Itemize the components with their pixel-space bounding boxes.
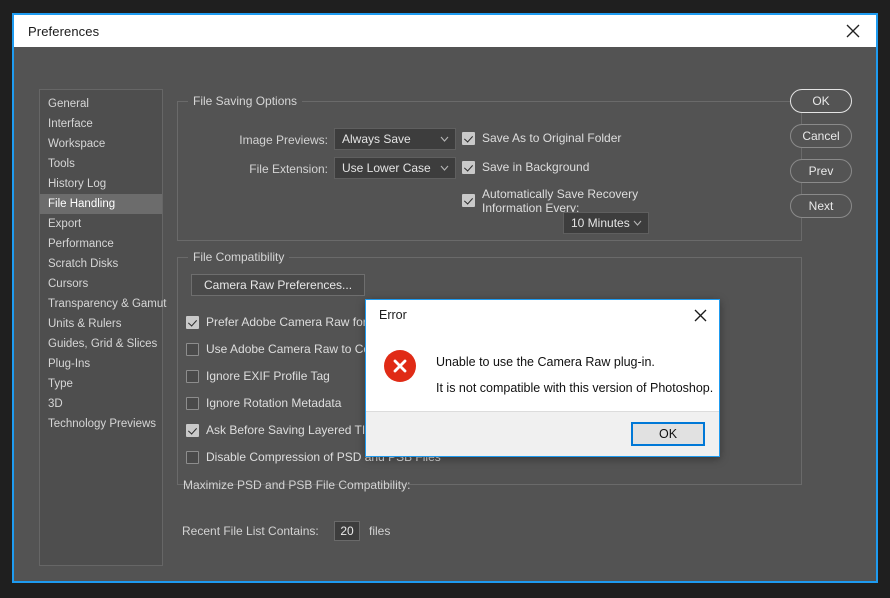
checkbox-checked-icon: [186, 424, 199, 437]
chevron-down-icon: [437, 136, 451, 142]
sidebar-item-units-rulers[interactable]: Units & Rulers: [40, 314, 162, 334]
close-icon[interactable]: [683, 300, 717, 330]
error-message-line1: Unable to use the Camera Raw plug-in.: [436, 355, 655, 369]
save-as-original-folder-label: Save As to Original Folder: [482, 131, 622, 145]
sidebar-item-plug-ins[interactable]: Plug-Ins: [40, 354, 162, 374]
image-previews-select[interactable]: Always Save: [334, 128, 456, 150]
auto-save-recovery-label: Automatically Save Recovery Information …: [482, 187, 639, 215]
error-dialog-footer: OK: [366, 411, 719, 456]
ignore-rotation-label: Ignore Rotation Metadata: [206, 396, 342, 410]
window-titlebar: Preferences: [14, 15, 876, 47]
file-saving-options-group: File Saving Options Image Previews: Alwa…: [177, 94, 802, 241]
recent-file-list-label: Recent File List Contains:: [182, 524, 319, 538]
checkbox-unchecked-icon: [186, 397, 199, 410]
recent-file-list-input[interactable]: 20: [334, 521, 360, 541]
error-ok-button[interactable]: OK: [631, 422, 705, 446]
error-dialog-title: Error: [379, 308, 407, 322]
save-in-background-checkbox[interactable]: Save in Background: [462, 160, 589, 174]
chevron-down-icon: [437, 165, 451, 171]
sidebar-item-guides-grid-slices[interactable]: Guides, Grid & Slices: [40, 334, 162, 354]
file-extension-value: Use Lower Case: [342, 161, 431, 175]
ignore-exif-label: Ignore EXIF Profile Tag: [206, 369, 330, 383]
checkbox-checked-icon: [186, 316, 199, 329]
recent-file-list-suffix: files: [369, 524, 391, 538]
image-previews-value: Always Save: [342, 132, 411, 146]
window-title: Preferences: [28, 23, 100, 39]
error-dialog-titlebar: Error: [366, 300, 719, 330]
file-extension-label: File Extension:: [249, 162, 328, 176]
error-message-line2: It is not compatible with this version o…: [436, 381, 714, 395]
checkbox-unchecked-icon: [186, 343, 199, 356]
image-previews-label: Image Previews:: [239, 133, 328, 147]
sidebar-item-transparency-gamut[interactable]: Transparency & Gamut: [40, 294, 166, 314]
checkbox-checked-icon: [462, 161, 475, 174]
checkbox-unchecked-icon: [186, 451, 199, 464]
save-in-background-label: Save in Background: [482, 160, 590, 174]
prev-button[interactable]: Prev: [790, 159, 852, 183]
sidebar-item-tools[interactable]: Tools: [40, 154, 162, 174]
sidebar-item-export[interactable]: Export: [40, 214, 162, 234]
maximize-compatibility-label: Maximize PSD and PSB File Compatibility:: [183, 478, 411, 492]
close-icon[interactable]: [830, 15, 876, 47]
sidebar-item-type[interactable]: Type: [40, 374, 162, 394]
sidebar-item-performance[interactable]: Performance: [40, 234, 162, 254]
file-saving-options-title: File Saving Options: [188, 94, 303, 108]
camera-raw-preferences-button[interactable]: Camera Raw Preferences...: [191, 274, 366, 296]
sidebar-item-cursors[interactable]: Cursors: [40, 274, 162, 294]
next-button[interactable]: Next: [790, 194, 852, 218]
sidebar-item-3d[interactable]: 3D: [40, 394, 162, 414]
cancel-button[interactable]: Cancel: [790, 124, 852, 148]
auto-save-interval-select[interactable]: 10 Minutes: [563, 212, 649, 234]
auto-save-recovery-checkbox[interactable]: Automatically Save Recovery Information …: [462, 187, 672, 215]
file-compatibility-title: File Compatibility: [188, 250, 290, 264]
checkbox-checked-icon: [462, 194, 475, 207]
ignore-exif-checkbox[interactable]: Ignore EXIF Profile Tag: [186, 369, 330, 383]
sidebar-item-history-log[interactable]: History Log: [40, 174, 162, 194]
sidebar-item-file-handling[interactable]: File Handling: [40, 194, 162, 214]
preferences-window: Preferences General Interface Workspace …: [12, 13, 878, 583]
file-extension-select[interactable]: Use Lower Case: [334, 157, 456, 179]
dialog-action-buttons: OK Cancel Prev Next: [780, 89, 862, 229]
preferences-category-list[interactable]: General Interface Workspace Tools Histor…: [39, 89, 166, 566]
sidebar-item-workspace[interactable]: Workspace: [40, 134, 162, 154]
sidebar-item-interface[interactable]: Interface: [40, 114, 162, 134]
save-as-original-folder-checkbox[interactable]: Save As to Original Folder: [462, 131, 621, 145]
sidebar-item-technology-previews[interactable]: Technology Previews: [40, 414, 162, 434]
auto-save-interval-value: 10 Minutes: [571, 216, 630, 230]
ignore-rotation-checkbox[interactable]: Ignore Rotation Metadata: [186, 396, 341, 410]
ok-button[interactable]: OK: [790, 89, 852, 113]
error-dialog-content: Unable to use the Camera Raw plug-in. It…: [366, 330, 719, 411]
sidebar-item-general[interactable]: General: [40, 94, 162, 114]
error-message-text: Unable to use the Camera Raw plug-in. It…: [436, 346, 713, 401]
sidebar-item-scratch-disks[interactable]: Scratch Disks: [40, 254, 162, 274]
checkbox-unchecked-icon: [186, 370, 199, 383]
checkbox-checked-icon: [462, 132, 475, 145]
error-circle-icon: [384, 350, 416, 382]
error-dialog: Error Unable to use the Camera Raw plug-…: [365, 299, 720, 457]
chevron-down-icon: [630, 220, 644, 226]
